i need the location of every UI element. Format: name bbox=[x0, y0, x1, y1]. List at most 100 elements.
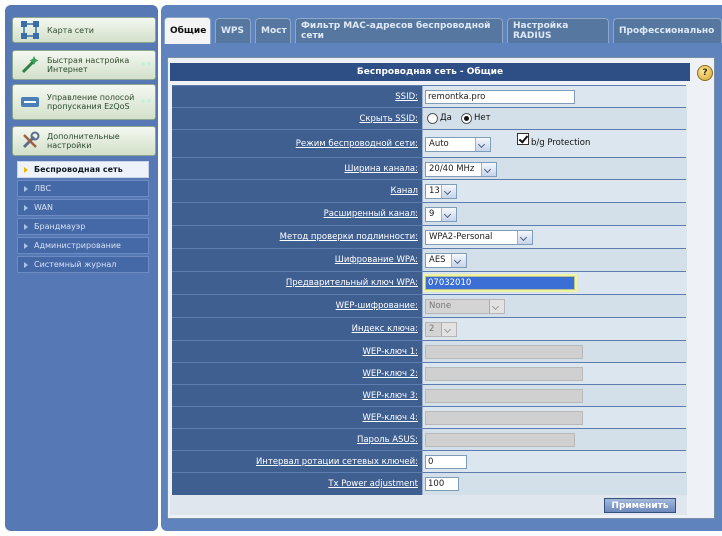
chevron-down-icon bbox=[441, 208, 456, 221]
sidebar-item-ezqos[interactable]: Управление полосой пропускания EzQoS bbox=[12, 84, 156, 120]
arrow-right-icon bbox=[24, 242, 28, 249]
sidebar-item-label: Карта сети bbox=[47, 25, 94, 35]
wep-key4-input[interactable] bbox=[425, 411, 583, 425]
wep-key1-input[interactable] bbox=[425, 345, 583, 359]
tx-power-label: Tx Power adjustment bbox=[328, 479, 418, 489]
wep-encryption-select[interactable]: None bbox=[425, 299, 505, 314]
sidebar-item-quick-setup[interactable]: Быстрая настройка Интернет bbox=[12, 50, 156, 80]
key-index-select[interactable]: 2 bbox=[425, 322, 457, 337]
tx-power-row: Tx Power adjustment 100 bbox=[172, 472, 687, 495]
wpa-key-input[interactable]: 07032010 bbox=[423, 274, 577, 292]
ext-channel-select[interactable]: 9 bbox=[425, 207, 457, 222]
arrow-right-icon bbox=[24, 166, 28, 173]
bandwidth-icon bbox=[21, 97, 39, 107]
sidebar-item-administration[interactable]: Администрирование bbox=[17, 237, 149, 254]
sidebar-item-label: Управление полосой пропускания EzQoS bbox=[47, 93, 135, 111]
sidebar-item-label: WAN bbox=[34, 203, 53, 212]
wpa-key-row: Предварительный ключ WPA: 07032010 bbox=[172, 271, 687, 294]
ext-channel-label: Расширенный канал: bbox=[323, 209, 418, 219]
wep-enc-row: WEP-шифрование: None bbox=[172, 294, 687, 317]
sidebar-item-network-map[interactable]: Карта сети bbox=[12, 17, 156, 43]
ssid-label: SSID: bbox=[395, 92, 418, 102]
chevron-down-icon bbox=[441, 323, 456, 336]
arrow-right-icon bbox=[24, 261, 28, 268]
sidebar-item-syslog[interactable]: Системный журнал bbox=[17, 256, 149, 273]
tools-icon bbox=[22, 131, 40, 149]
network-map-icon bbox=[21, 21, 39, 39]
wpa-encryption-select[interactable]: AES bbox=[425, 253, 467, 268]
asus-password-input[interactable] bbox=[425, 433, 575, 447]
sidebar-item-wireless[interactable]: Беспроводная сеть bbox=[17, 161, 149, 178]
indicator-dots bbox=[141, 62, 151, 66]
tab-bridge[interactable]: Мост bbox=[255, 18, 291, 43]
section-title: Беспроводная сеть - Общие bbox=[170, 63, 690, 81]
wpa-enc-row: Шифрование WPA: AES bbox=[172, 248, 687, 271]
indicator-dots bbox=[141, 99, 151, 103]
auth-label: Метод проверки подлинности: bbox=[279, 232, 418, 242]
wep-key2-input[interactable] bbox=[425, 367, 583, 381]
wep-key3-row: WEP-ключ 3: bbox=[172, 384, 687, 407]
key-index-row: Индекс ключа: 2 bbox=[172, 317, 687, 340]
sidebar-item-label: Быстрая настройка Интернет bbox=[47, 56, 130, 74]
tab-professional[interactable]: Профессионально bbox=[613, 18, 722, 43]
width-label: Ширина канала: bbox=[344, 164, 418, 174]
asus-pass-row: Пароль ASUS: bbox=[172, 428, 687, 451]
sidebar-item-advanced[interactable]: Дополнительные настройки bbox=[12, 126, 156, 156]
sidebar-item-label: Системный журнал bbox=[34, 260, 117, 269]
arrow-right-icon bbox=[24, 223, 28, 230]
wpa-key-label: Предварительный ключ WPA: bbox=[285, 278, 418, 288]
wep-key3-label: WEP-ключ 3: bbox=[362, 391, 419, 401]
ssid-input[interactable]: remontka.pro bbox=[425, 90, 575, 104]
auth-method-select[interactable]: WPA2-Personal bbox=[425, 230, 533, 245]
hide-ssid-yes-label: Да bbox=[440, 113, 452, 123]
tab-wps[interactable]: WPS bbox=[215, 18, 251, 43]
sidebar-item-lan[interactable]: ЛВС bbox=[17, 180, 149, 197]
rotation-label: Интервал ротации сетевых ключей: bbox=[255, 457, 418, 467]
sidebar-item-label: Брандмауэр bbox=[34, 222, 86, 231]
ssid-row: SSID: remontka.pro bbox=[172, 85, 687, 108]
hide-ssid-row: Скрыть SSID: Да Нет bbox=[172, 107, 687, 130]
chevron-down-icon bbox=[489, 300, 504, 313]
sidebar-item-firewall[interactable]: Брандмауэр bbox=[17, 218, 149, 235]
apply-button[interactable]: Применить bbox=[604, 498, 676, 513]
sidebar: Карта сети Быстрая настройка Интернет Уп… bbox=[5, 5, 158, 531]
channel-select[interactable]: 13 bbox=[425, 184, 457, 199]
chevron-down-icon bbox=[451, 254, 466, 267]
rotation-row: Интервал ротации сетевых ключей: 0 bbox=[172, 450, 687, 473]
asus-pass-label: Пароль ASUS: bbox=[356, 435, 418, 445]
wep-key2-row: WEP-ключ 2: bbox=[172, 362, 687, 385]
wep-key1-row: WEP-ключ 1: bbox=[172, 340, 687, 363]
mode-label: Режим беспроводной сети: bbox=[295, 139, 418, 149]
sidebar-item-label: Дополнительные настройки bbox=[47, 132, 120, 150]
sidebar-item-label: Беспроводная сеть bbox=[34, 165, 123, 174]
sidebar-item-label: Администрирование bbox=[34, 241, 121, 250]
channel-width-select[interactable]: 20/40 MHz bbox=[425, 162, 497, 177]
tab-mac-filter[interactable]: Фильтр MAC-адресов беспроводной сети bbox=[295, 18, 503, 43]
help-icon[interactable]: ? bbox=[697, 65, 713, 81]
hide-ssid-yes-radio[interactable] bbox=[427, 113, 438, 124]
chevron-down-icon bbox=[517, 231, 532, 244]
key-index-label: Индекс ключа: bbox=[351, 324, 418, 334]
chevron-down-icon bbox=[481, 163, 496, 176]
mode-select[interactable]: Auto bbox=[425, 137, 491, 152]
chevron-down-icon bbox=[441, 185, 456, 198]
arrow-right-icon bbox=[24, 204, 28, 211]
sidebar-item-wan[interactable]: WAN bbox=[17, 199, 149, 216]
wep-enc-label: WEP-шифрование: bbox=[335, 301, 418, 311]
sidebar-item-label: ЛВС bbox=[34, 184, 52, 193]
bg-protection-label: b/g Protection bbox=[531, 138, 591, 148]
wep-key2-label: WEP-ключ 2: bbox=[362, 369, 419, 379]
chevron-down-icon bbox=[475, 138, 490, 151]
key-rotation-input[interactable]: 0 bbox=[425, 455, 467, 469]
mode-row: Режим беспроводной сети: Auto b/g Protec… bbox=[172, 129, 687, 158]
width-row: Ширина канала: 20/40 MHz bbox=[172, 157, 687, 180]
tab-general[interactable]: Общие bbox=[164, 17, 211, 44]
channel-label: Канал bbox=[390, 186, 418, 196]
hide-ssid-no-radio[interactable] bbox=[461, 113, 472, 124]
channel-row: Канал 13 bbox=[172, 179, 687, 202]
bg-protection-checkbox[interactable] bbox=[517, 133, 529, 145]
hide-ssid-no-label: Нет bbox=[474, 113, 491, 123]
tx-power-input[interactable]: 100 bbox=[425, 477, 459, 491]
wep-key3-input[interactable] bbox=[425, 389, 583, 403]
tab-radius[interactable]: Настройка RADIUS bbox=[507, 18, 609, 43]
